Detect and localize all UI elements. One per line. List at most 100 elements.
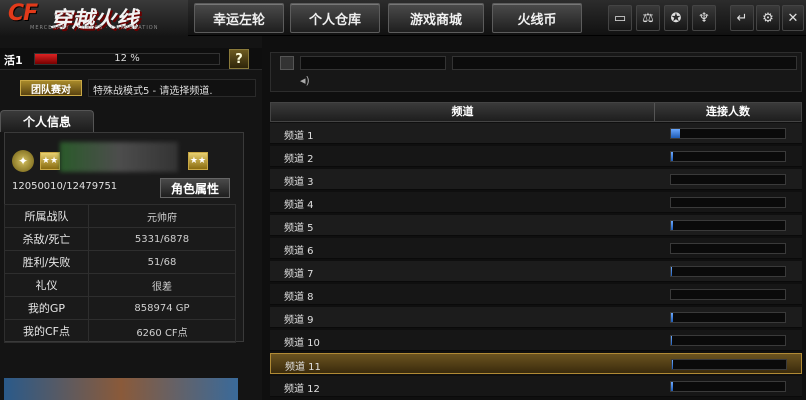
- channel-name: 频道 8: [284, 292, 314, 303]
- stat-value: 51/68: [88, 250, 236, 274]
- warehouse-button[interactable]: 个人仓库: [290, 3, 380, 33]
- stat-key: 我的GP: [4, 296, 89, 320]
- role-attributes-button[interactable]: 角色属性: [160, 178, 230, 198]
- channel-status-bar: [452, 56, 797, 70]
- channel-load-fill: [671, 267, 673, 276]
- count-column-header[interactable]: 连接人数: [655, 103, 801, 121]
- promo-banner-image[interactable]: [4, 378, 238, 400]
- stat-value: 元帅府: [88, 204, 236, 228]
- channel-load-bar: [671, 359, 787, 370]
- top-bar: CF 穿越火线 MERCENARY · FORCES · CORPORATION…: [0, 0, 806, 36]
- channel-load-fill: [671, 382, 674, 391]
- channel-load-fill: [671, 336, 673, 345]
- channel-load-bar: [670, 220, 786, 231]
- table-row: 我的GP 858974 GP: [4, 296, 236, 320]
- channel-load-bar: [670, 197, 786, 208]
- channel-name: 频道 2: [284, 154, 314, 165]
- rank-badge-icon: ★★: [40, 152, 60, 170]
- lucky-wheel-button[interactable]: 幸运左轮: [194, 3, 284, 33]
- stat-key: 所属战队: [4, 204, 89, 228]
- channel-name: 频道 9: [284, 315, 314, 326]
- logo-subtitle: MERCENARY · FORCES · CORPORATION: [30, 25, 159, 31]
- stat-value: 5331/6878: [88, 227, 236, 251]
- logo-brand: CF: [8, 1, 38, 26]
- channel-name: 频道 10: [284, 338, 320, 349]
- channel-load-bar: [670, 266, 786, 277]
- level-row: 活1 12 % ?: [0, 48, 262, 70]
- channel-load-bar: [670, 289, 786, 300]
- channel-load-bar: [670, 128, 786, 139]
- channel-row[interactable]: 频道 10: [270, 330, 802, 351]
- tab-personal-info[interactable]: 个人信息: [0, 110, 94, 132]
- channel-name: 频道 12: [284, 384, 320, 395]
- channel-row[interactable]: 频道 12: [270, 376, 802, 397]
- rank-badge-icon: ★★: [188, 152, 208, 170]
- channel-load-fill: [672, 360, 674, 369]
- table-row: 我的CF点 6260 CF点: [4, 319, 236, 343]
- channel-load-bar: [670, 243, 786, 254]
- game-logo: CF 穿越火线 MERCENARY · FORCES · CORPORATION: [0, 0, 188, 36]
- xp-percent-text: 12 %: [114, 53, 140, 64]
- rank-icon: ✦: [12, 150, 34, 172]
- channel-row[interactable]: 频道 7: [270, 261, 802, 282]
- channel-name: 频道 6: [284, 246, 314, 257]
- stat-value: 858974 GP: [88, 296, 236, 320]
- channel-name: 频道 11: [285, 362, 321, 373]
- channel-row[interactable]: 频道 3: [270, 169, 802, 190]
- scales-icon[interactable]: ⚖: [636, 5, 660, 31]
- channel-filter-bar[interactable]: [300, 56, 446, 70]
- channel-row[interactable]: 频道 11: [270, 353, 802, 374]
- channel-row[interactable]: 频道 9: [270, 307, 802, 328]
- back-arrow-icon[interactable]: ↵: [730, 5, 754, 31]
- channel-load-bar: [670, 151, 786, 162]
- stat-key: 胜利/失败: [4, 250, 89, 274]
- settings-icon[interactable]: ⚙: [756, 5, 780, 31]
- channel-load-bar: [670, 174, 786, 185]
- channel-load-bar: [670, 335, 786, 346]
- channel-name: 频道 7: [284, 269, 314, 280]
- level-label: 活1: [4, 54, 23, 67]
- help-button[interactable]: ?: [229, 49, 249, 69]
- channel-load-bar: [670, 381, 786, 392]
- channel-load-fill: [671, 152, 674, 161]
- close-icon[interactable]: ✕: [782, 5, 804, 31]
- stat-key: 杀敌/死亡: [4, 227, 89, 251]
- channel-load-bar: [670, 312, 786, 323]
- mode-text: 特殊战模式5 - 请选择频道.: [88, 79, 256, 97]
- channel-row[interactable]: 频道 6: [270, 238, 802, 259]
- room-badge: 团队赛对: [20, 80, 82, 96]
- tv-icon[interactable]: ▭: [608, 5, 632, 31]
- channel-row[interactable]: 频道 8: [270, 284, 802, 305]
- channel-row[interactable]: 频道 5: [270, 215, 802, 236]
- channel-name: 频道 3: [284, 177, 314, 188]
- channel-name: 频道 5: [284, 223, 314, 234]
- blurred-player-name: [60, 142, 178, 172]
- stat-key: 礼仪: [4, 273, 89, 297]
- trophy-icon[interactable]: ♆: [692, 5, 716, 31]
- channel-load-fill: [671, 313, 674, 322]
- xp-progress-bar: 12 %: [34, 53, 220, 65]
- speaker-icon[interactable]: ◂): [300, 74, 310, 87]
- channel-row[interactable]: 频道 4: [270, 192, 802, 213]
- channel-name: 频道 1: [284, 131, 314, 142]
- xp-total: 12050010/12479751: [12, 181, 118, 192]
- stat-key: 我的CF点: [4, 319, 89, 343]
- channel-row[interactable]: 频道 1: [270, 123, 802, 144]
- stats-table: 所属战队 元帅府 杀敌/死亡 5331/6878 胜利/失败 51/68 礼仪 很差 我…: [4, 204, 236, 343]
- table-row: 礼仪 很差: [4, 273, 236, 297]
- table-row: 胜利/失败 51/68: [4, 250, 236, 274]
- channel-load-fill: [671, 221, 674, 230]
- channel-row[interactable]: 频道 2: [270, 146, 802, 167]
- coins-button[interactable]: 火线币: [492, 3, 582, 33]
- channel-list-header: 频道 连接人数: [270, 102, 802, 122]
- shop-button[interactable]: 游戏商城: [388, 3, 484, 33]
- channel-column-header[interactable]: 频道: [271, 103, 655, 121]
- channel-name: 频道 4: [284, 200, 314, 211]
- channel-toggle-icon[interactable]: [280, 56, 294, 70]
- table-row: 所属战队 元帅府: [4, 204, 236, 228]
- table-row: 杀敌/死亡 5331/6878: [4, 227, 236, 251]
- shield-star-icon[interactable]: ✪: [664, 5, 688, 31]
- stat-value: 6260 CF点: [88, 319, 236, 343]
- channel-load-fill: [671, 129, 681, 138]
- stat-value: 很差: [88, 273, 236, 297]
